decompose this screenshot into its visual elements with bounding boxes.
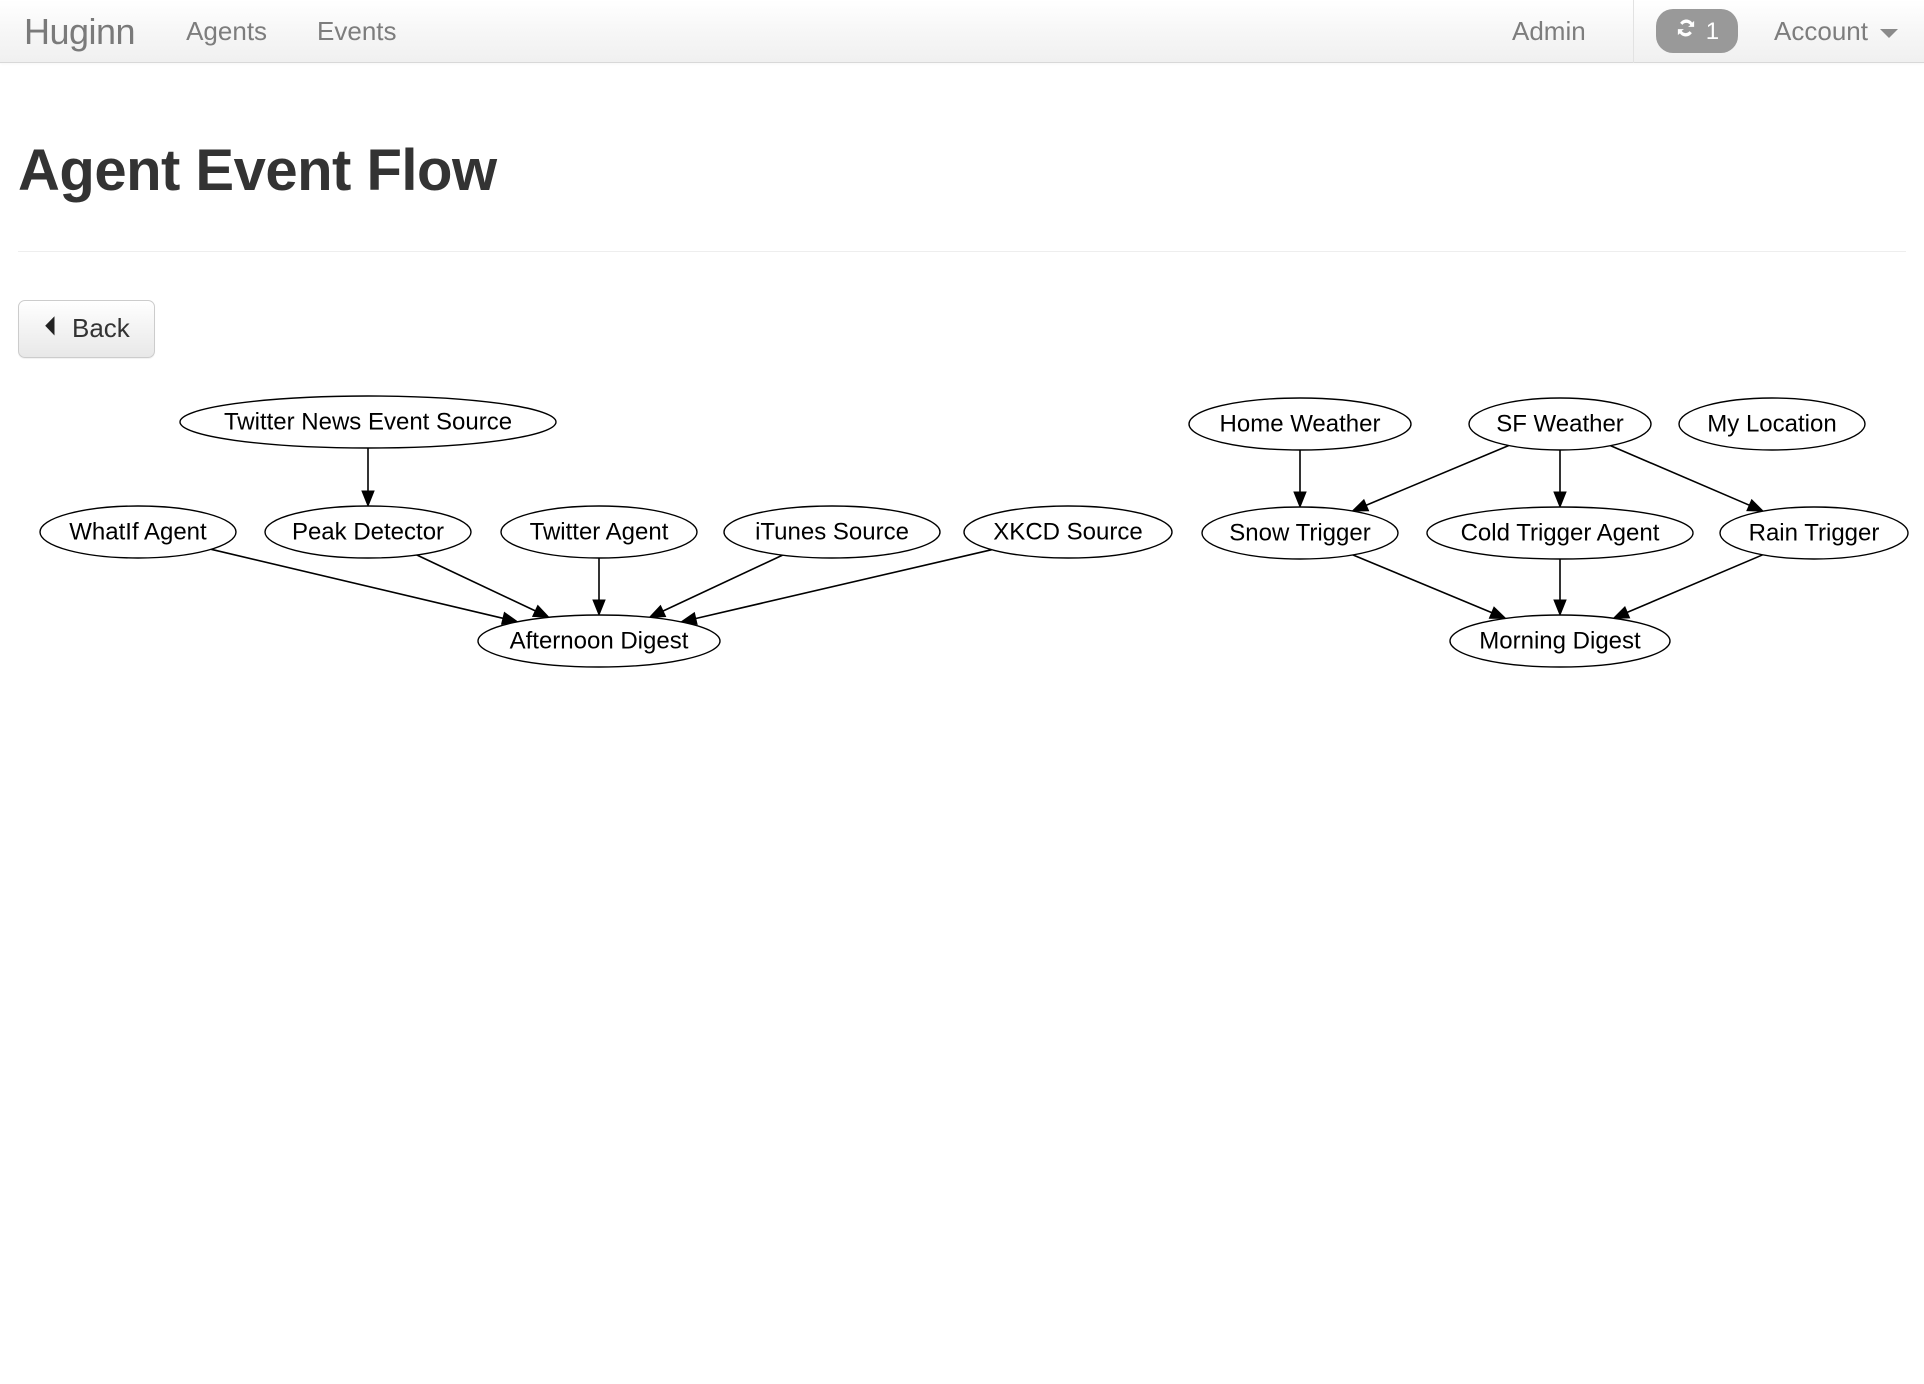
graph-node-afternoon_digest[interactable]: Afternoon Digest: [477, 614, 721, 668]
navbar-left-group: Huginn Agents Events: [0, 0, 422, 62]
chevron-down-icon: [1880, 28, 1898, 38]
graph-node-morning_digest[interactable]: Morning Digest: [1449, 614, 1671, 668]
graph-nodes: Twitter News Event Source WhatIf Agent Pea…: [39, 395, 1909, 668]
graph-node-peak_detector[interactable]: Peak Detector: [264, 505, 472, 559]
chevron-left-icon: [41, 314, 58, 343]
account-menu-label: Account: [1774, 15, 1868, 46]
worker-count: 1: [1705, 17, 1720, 45]
graph-edge: [1626, 553, 1764, 613]
nav-link-events[interactable]: Events: [292, 0, 422, 63]
graph-node-label: Peak Detector: [292, 518, 444, 545]
graph-edge: [695, 548, 992, 620]
account-menu[interactable]: Account: [1756, 0, 1924, 63]
graph-node-label: XKCD Source: [993, 518, 1142, 545]
navbar-right-group: Admin 1 Account: [1487, 0, 1924, 63]
navbar-divider: [1632, 0, 1634, 63]
sync-icon: [1673, 15, 1699, 46]
graph-node-home_weather[interactable]: Home Weather: [1188, 397, 1412, 451]
graph-node-whatif_agent[interactable]: WhatIf Agent: [39, 505, 237, 559]
graph-edge-arrowhead: [592, 599, 606, 617]
graph-node-label: Twitter Agent: [530, 518, 669, 545]
graph-node-label: Cold Trigger Agent: [1461, 519, 1660, 546]
graph-node-cold_trigger_agent[interactable]: Cold Trigger Agent: [1426, 506, 1694, 560]
top-navbar: Huginn Agents Events Admin 1 Account: [0, 0, 1924, 63]
graph-node-label: Morning Digest: [1479, 627, 1641, 654]
back-button-label: Back: [72, 313, 130, 344]
graph-node-label: Afternoon Digest: [510, 627, 689, 654]
title-divider: [18, 250, 1906, 252]
graph-node-xkcd_source[interactable]: XKCD Source: [963, 505, 1173, 559]
nav-link-agents[interactable]: Agents: [161, 0, 292, 63]
graph-node-sf_weather[interactable]: SF Weather: [1468, 397, 1652, 451]
graph-edge-arrowhead: [1553, 599, 1567, 617]
agent-event-flow-graph: Twitter News Event Source WhatIf Agent Pea…: [18, 382, 1924, 942]
graph-node-label: WhatIf Agent: [69, 518, 207, 545]
graph-node-label: Twitter News Event Source: [224, 408, 512, 435]
graph-edge-arrowhead: [1612, 605, 1631, 619]
graph-node-snow_trigger[interactable]: Snow Trigger: [1201, 506, 1399, 560]
graph-edge: [1365, 444, 1510, 506]
graph-node-label: Home Weather: [1220, 410, 1381, 437]
graph-node-twitter_agent[interactable]: Twitter Agent: [500, 505, 698, 559]
graph-edge-arrowhead: [361, 490, 375, 508]
nav-link-admin[interactable]: Admin: [1487, 0, 1611, 63]
graph-node-label: iTunes Source: [755, 518, 909, 545]
graph-node-my_location[interactable]: My Location: [1678, 397, 1866, 451]
flow-graph-svg: Twitter News Event Source WhatIf Agent Pea…: [39, 395, 1909, 668]
graph-node-rain_trigger[interactable]: Rain Trigger: [1719, 506, 1909, 560]
graph-node-label: Snow Trigger: [1229, 519, 1370, 546]
graph-edge-arrowhead: [648, 604, 667, 618]
graph-node-label: My Location: [1707, 410, 1836, 437]
graph-edge: [211, 548, 504, 619]
graph-edge-arrowhead: [1553, 491, 1567, 509]
graph-edge: [1352, 553, 1493, 614]
graph-edge-arrowhead: [1293, 491, 1307, 509]
page-title: Agent Event Flow: [18, 138, 497, 203]
back-button[interactable]: Back: [18, 299, 155, 358]
graph-edge-arrowhead: [531, 604, 551, 618]
graph-edge-arrowhead: [1351, 498, 1370, 512]
graph-edge-arrowhead: [1746, 498, 1765, 512]
graph-edge-arrowhead: [1488, 606, 1507, 619]
page-container: Agent Event Flow Back Twitter News Event…: [0, 139, 1924, 942]
graph-node-itunes_source[interactable]: iTunes Source: [723, 505, 941, 559]
graph-node-label: Rain Trigger: [1749, 519, 1880, 546]
worker-status-badge[interactable]: 1: [1655, 9, 1739, 53]
graph-node-label: SF Weather: [1496, 410, 1624, 437]
graph-edge: [1610, 444, 1750, 506]
brand-logo-huginn[interactable]: Huginn: [0, 0, 161, 63]
graph-node-twitter_news_event_source[interactable]: Twitter News Event Source: [179, 395, 557, 449]
